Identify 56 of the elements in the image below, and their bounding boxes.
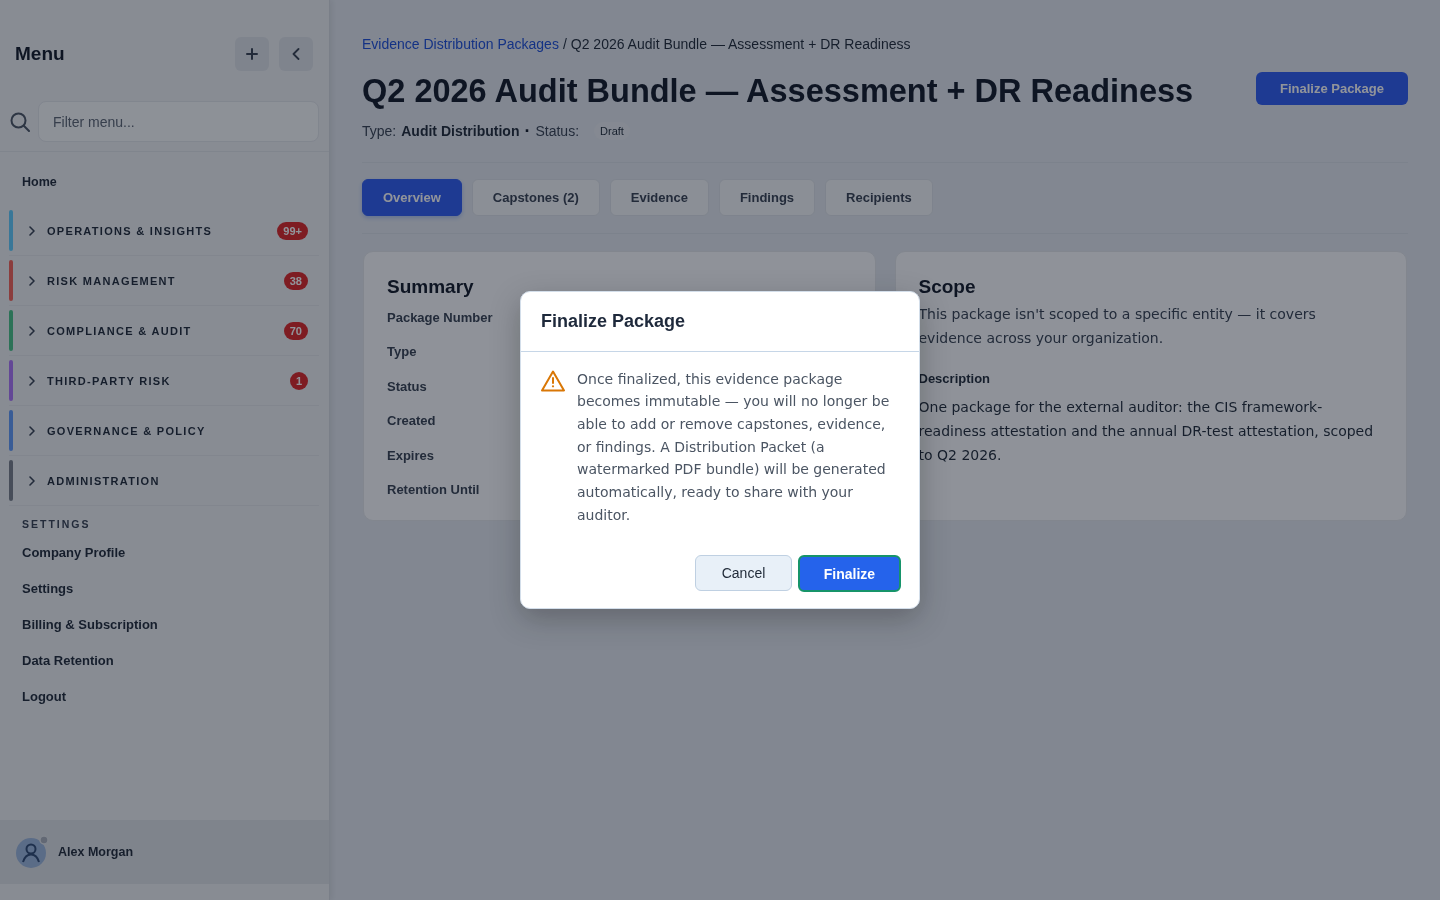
- dialog-title: Finalize Package: [541, 310, 686, 332]
- breadcrumb-link[interactable]: Evidence Distribution Packages: [362, 34, 559, 54]
- nav-item[interactable]: Home: [22, 175, 57, 189]
- card-title: Summary: [387, 275, 475, 299]
- field-label: Package Number: [387, 309, 493, 327]
- user-name: Alex Morgan: [58, 845, 133, 859]
- finalize-package-button[interactable]: Finalize Package: [1255, 72, 1408, 105]
- page-title: Q2 2026 Audit Bundle — Assessment + DR Readiness: [362, 72, 1194, 111]
- meta-value: Audit Distribution: [401, 122, 520, 141]
- warning-icon: [541, 369, 565, 392]
- tab[interactable]: Overview: [362, 179, 462, 216]
- nav-group-item[interactable]: ADMINISTRATION: [47, 474, 160, 487]
- meta-label: Status:: [535, 122, 580, 141]
- search-icon: [10, 111, 30, 132]
- dialog-message: Once finalized, this evidence package becomes immutable — you will no longer be able to add or remove capstones, evidence, or findings. A Distribution Packet (a watermarked PDF bundle) will be generated automatically, ready to share with your auditor.: [577, 369, 891, 525]
- description-heading: Description: [918, 371, 990, 386]
- field-label: Status: [387, 377, 427, 396]
- field-label: Type: [387, 343, 417, 362]
- card-title: Scope: [918, 275, 977, 299]
- count-badge: 1: [290, 371, 308, 390]
- chevron-left-icon: [292, 48, 300, 60]
- field-label: Retention Until: [387, 480, 480, 499]
- field-label: Created: [387, 412, 436, 431]
- count-badge: 70: [283, 321, 308, 340]
- nav-item[interactable]: Billing & Subscription: [22, 616, 158, 632]
- count-badge: 99+: [277, 221, 308, 240]
- count-badge: 38: [283, 271, 308, 290]
- nav-item[interactable]: Logout: [22, 688, 67, 704]
- plus-icon: [246, 48, 258, 60]
- tab[interactable]: Capstones (2): [471, 179, 600, 216]
- nav-group-item[interactable]: THIRD-PARTY RISK: [47, 374, 171, 387]
- nav-group-item[interactable]: OPERATIONS & INSIGHTS: [47, 224, 213, 237]
- add-button[interactable]: [235, 37, 269, 71]
- user-bar[interactable]: Alex Morgan: [0, 820, 329, 884]
- section-heading: SETTINGS: [22, 518, 91, 530]
- scope-text: This package isn't scoped to a specific entity — it covers evidence across your organization.: [918, 305, 1317, 348]
- tab[interactable]: Findings: [718, 179, 816, 216]
- sidebar-title: Menu: [15, 43, 65, 65]
- nav-item[interactable]: Data Retention: [22, 652, 114, 668]
- nav-group-item[interactable]: COMPLIANCE & AUDIT: [47, 324, 192, 337]
- description-text: One package for the external auditor: the CIS framework-readiness attestation and the annual DR-test attestation, scoped to Q2 2026.: [918, 398, 1375, 465]
- breadcrumb-current: Q2 2026 Audit Bundle — Assessment + DR Readiness: [570, 35, 911, 54]
- confirm-button[interactable]: Finalize: [798, 555, 901, 593]
- nav-group-item[interactable]: RISK MANAGEMENT: [47, 274, 176, 287]
- nav-item[interactable]: Company Profile: [22, 544, 126, 560]
- nav-item[interactable]: Settings: [22, 580, 74, 596]
- cancel-button[interactable]: Cancel: [695, 555, 792, 592]
- filter-input[interactable]: Filter menu...: [38, 101, 319, 142]
- meta-label: Type:: [362, 122, 397, 141]
- meta-separator: ·: [524, 121, 531, 141]
- tab[interactable]: Evidence: [609, 179, 709, 216]
- avatar-icon: [15, 835, 49, 869]
- nav-group-item[interactable]: GOVERNANCE & POLICY: [47, 424, 206, 437]
- tab[interactable]: Recipients: [825, 179, 933, 216]
- field-label: Expires: [387, 446, 434, 465]
- breadcrumb-separator: /: [562, 35, 567, 54]
